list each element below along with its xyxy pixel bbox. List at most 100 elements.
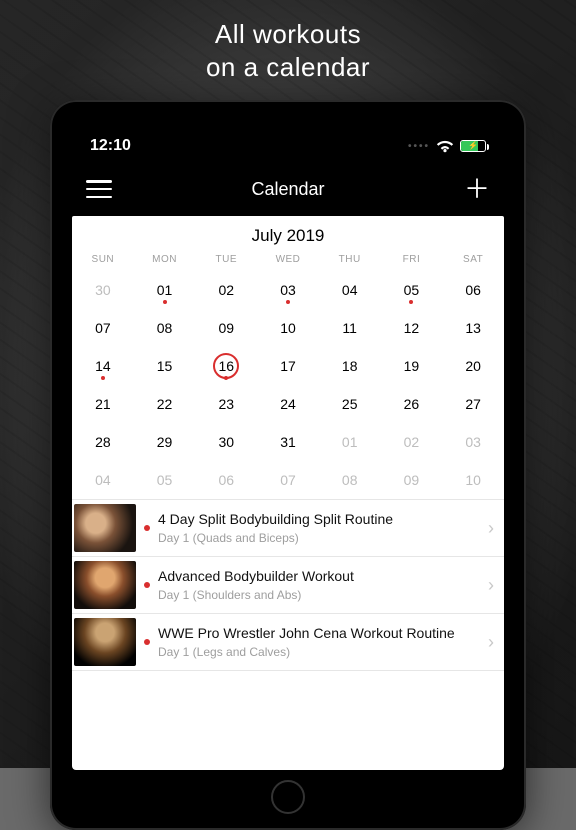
- calendar-day-cell[interactable]: 17: [257, 347, 319, 385]
- status-bar: 12:10 •••• ⚡: [72, 126, 504, 166]
- calendar-day-cell[interactable]: 07: [257, 461, 319, 499]
- calendar-day-number: 26: [404, 396, 420, 412]
- nav-bar: Calendar ＋: [72, 166, 504, 212]
- calendar-day-number: 30: [218, 434, 234, 450]
- calendar-weekday-label: THU: [319, 254, 381, 271]
- calendar-day-cell[interactable]: 28: [72, 423, 134, 461]
- calendar-day-cell[interactable]: 04: [72, 461, 134, 499]
- calendar-day-number: 27: [465, 396, 481, 412]
- calendar-day-number: 01: [157, 282, 173, 298]
- calendar-weekday-label: SUN: [72, 254, 134, 271]
- calendar-day-cell[interactable]: 14: [72, 347, 134, 385]
- calendar-day-cell[interactable]: 10: [257, 309, 319, 347]
- calendar-week-row: 14 15 16 17 18 19 20: [72, 347, 504, 385]
- calendar-day-cell[interactable]: 05: [134, 461, 196, 499]
- calendar-day-cell[interactable]: 01: [134, 271, 196, 309]
- calendar-event-dot: [409, 300, 413, 304]
- calendar-day-cell[interactable]: 30: [195, 423, 257, 461]
- calendar-day-cell[interactable]: 23: [195, 385, 257, 423]
- calendar-day-cell[interactable]: 07: [72, 309, 134, 347]
- calendar-week-row: 21 22 232425 26 27: [72, 385, 504, 423]
- calendar-day-cell[interactable]: 10: [442, 461, 504, 499]
- tablet-frame: 12:10 •••• ⚡ Calendar ＋ July 2019 SUNMON…: [50, 100, 526, 830]
- calendar-day-cell[interactable]: 09: [195, 309, 257, 347]
- calendar-weekday-label: TUE: [195, 254, 257, 271]
- workout-subtitle: Day 1 (Legs and Calves): [158, 645, 484, 659]
- calendar-day-cell[interactable]: 09: [381, 461, 443, 499]
- calendar-day-number: 08: [342, 472, 358, 488]
- calendar-day-cell[interactable]: 02: [381, 423, 443, 461]
- page-title: Calendar: [112, 179, 464, 200]
- calendar-day-cell[interactable]: 26: [381, 385, 443, 423]
- calendar-week-row: 28 29 30 31 010203: [72, 423, 504, 461]
- promo-line-1: All workouts: [0, 18, 576, 51]
- calendar-day-number: 20: [465, 358, 481, 374]
- calendar-day-cell[interactable]: 24: [257, 385, 319, 423]
- chevron-right-icon: ›: [484, 632, 498, 653]
- calendar-day-cell[interactable]: 08: [134, 309, 196, 347]
- calendar-day-cell[interactable]: 20: [442, 347, 504, 385]
- wifi-icon: [436, 140, 454, 153]
- calendar-day-number: 10: [280, 320, 296, 336]
- cellular-dots-icon: ••••: [408, 141, 430, 152]
- calendar-day-number: 29: [157, 434, 173, 450]
- calendar-day-cell[interactable]: 29: [134, 423, 196, 461]
- calendar-weekday-label: SAT: [442, 254, 504, 271]
- menu-icon[interactable]: [86, 180, 112, 198]
- calendar-day-number: 13: [465, 320, 481, 336]
- calendar-day-cell[interactable]: 05: [381, 271, 443, 309]
- calendar-day-cell[interactable]: 01: [319, 423, 381, 461]
- workout-row[interactable]: 4 Day Split Bodybuilding Split RoutineDa…: [72, 500, 504, 557]
- calendar-day-cell[interactable]: 31: [257, 423, 319, 461]
- workout-title: Advanced Bodybuilder Workout: [158, 568, 484, 585]
- workout-thumbnail: [74, 504, 136, 552]
- calendar-day-cell[interactable]: 15: [134, 347, 196, 385]
- calendar-day-cell[interactable]: 03: [257, 271, 319, 309]
- calendar-day-number: 18: [342, 358, 358, 374]
- calendar-day-cell[interactable]: 02: [195, 271, 257, 309]
- calendar-day-cell[interactable]: 18: [319, 347, 381, 385]
- workout-row[interactable]: WWE Pro Wrestler John Cena Workout Routi…: [72, 614, 504, 671]
- calendar-day-cell[interactable]: 08: [319, 461, 381, 499]
- calendar-day-cell[interactable]: 03: [442, 423, 504, 461]
- workout-list: 4 Day Split Bodybuilding Split RoutineDa…: [72, 499, 504, 671]
- workout-subtitle: Day 1 (Quads and Biceps): [158, 531, 484, 545]
- calendar-event-dot: [224, 376, 228, 380]
- calendar-day-number: 11: [342, 320, 357, 336]
- calendar-day-cell[interactable]: 06: [442, 271, 504, 309]
- workout-indicator-dot: [144, 525, 150, 531]
- calendar-day-number: 22: [157, 396, 173, 412]
- calendar-day-cell[interactable]: 25: [319, 385, 381, 423]
- calendar-day-number: 15: [157, 358, 173, 374]
- calendar-day-number: 17: [280, 358, 296, 374]
- workout-row[interactable]: Advanced Bodybuilder WorkoutDay 1 (Shoul…: [72, 557, 504, 614]
- calendar-day-cell[interactable]: 16: [195, 347, 257, 385]
- workout-text: WWE Pro Wrestler John Cena Workout Routi…: [158, 625, 484, 659]
- calendar-day-cell[interactable]: 19: [381, 347, 443, 385]
- calendar-day-cell[interactable]: 11: [319, 309, 381, 347]
- calendar-day-number: 31: [280, 434, 296, 450]
- calendar-day-cell[interactable]: 04: [319, 271, 381, 309]
- calendar-day-number: 14: [95, 358, 111, 374]
- calendar-day-cell[interactable]: 27: [442, 385, 504, 423]
- calendar-day-cell[interactable]: 12: [381, 309, 443, 347]
- calendar-day-number: 06: [465, 282, 481, 298]
- calendar-day-number: 10: [465, 472, 481, 488]
- calendar-week-row: 070809 10 11 12 13: [72, 309, 504, 347]
- calendar-day-number: 04: [95, 472, 111, 488]
- calendar-day-cell[interactable]: 06: [195, 461, 257, 499]
- workout-indicator-dot: [144, 582, 150, 588]
- workout-text: Advanced Bodybuilder WorkoutDay 1 (Shoul…: [158, 568, 484, 602]
- calendar-panel: July 2019 SUNMONTUEWEDTHUFRISAT 30010203…: [72, 216, 504, 770]
- workout-text: 4 Day Split Bodybuilding Split RoutineDa…: [158, 511, 484, 545]
- calendar-weekday-label: FRI: [381, 254, 443, 271]
- calendar-event-dot: [101, 376, 105, 380]
- calendar-day-cell[interactable]: 13: [442, 309, 504, 347]
- workout-thumbnail: [74, 618, 136, 666]
- calendar-day-cell[interactable]: 22: [134, 385, 196, 423]
- calendar-day-cell[interactable]: 30: [72, 271, 134, 309]
- calendar-day-cell[interactable]: 21: [72, 385, 134, 423]
- add-button[interactable]: ＋: [464, 176, 490, 202]
- calendar-week-row: 30 01 02030405 06: [72, 271, 504, 309]
- home-button[interactable]: [271, 780, 305, 814]
